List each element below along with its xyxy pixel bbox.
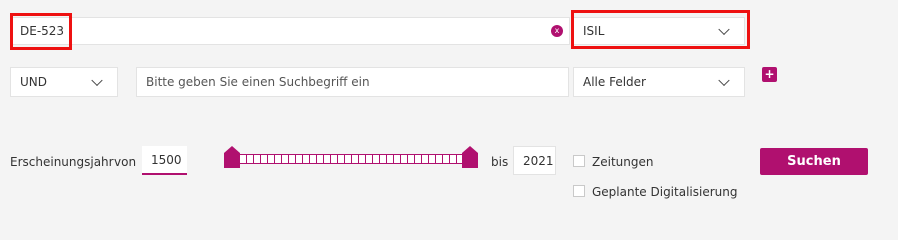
- year-label: Erscheinungsjahr: [10, 155, 114, 169]
- to-label: bis: [491, 155, 509, 169]
- planned-digitization-label: Geplante Digitalisierung: [592, 185, 738, 199]
- newspapers-checkbox[interactable]: [573, 155, 585, 167]
- operator-select-value: UND: [20, 75, 47, 89]
- operator-select[interactable]: UND: [10, 67, 118, 97]
- year-from-input[interactable]: 1500: [142, 146, 187, 175]
- year-range-handle-min[interactable]: [224, 146, 240, 168]
- year-range-handle-max[interactable]: [462, 146, 478, 168]
- chevron-down-icon: [91, 74, 103, 87]
- search-field-select-2-value: Alle Felder: [583, 75, 646, 89]
- add-row-button[interactable]: +: [762, 67, 777, 82]
- year-from-value: 1500: [151, 152, 182, 167]
- clear-search-icon[interactable]: x: [551, 25, 563, 37]
- search-field-select-2[interactable]: Alle Felder: [573, 67, 745, 97]
- search-input-highlight: [10, 13, 72, 50]
- planned-digitization-checkbox[interactable]: [573, 185, 585, 197]
- search-term-input[interactable]: Bitte geben Sie einen Suchbegriff ein: [136, 67, 569, 97]
- from-label: von: [114, 155, 137, 169]
- chevron-down-icon: [718, 74, 730, 87]
- search-input[interactable]: DE-523: [10, 17, 570, 45]
- search-button-label: Suchen: [787, 154, 841, 169]
- year-to-input[interactable]: 2021: [513, 146, 556, 175]
- plus-icon: +: [764, 67, 775, 81]
- year-range-track[interactable]: [232, 154, 472, 164]
- search-term-placeholder: Bitte geben Sie einen Suchbegriff ein: [146, 75, 370, 89]
- newspapers-label: Zeitungen: [592, 155, 654, 169]
- field-select-highlight: [571, 10, 750, 49]
- search-button[interactable]: Suchen: [760, 148, 868, 175]
- year-to-value: 2021: [523, 153, 554, 168]
